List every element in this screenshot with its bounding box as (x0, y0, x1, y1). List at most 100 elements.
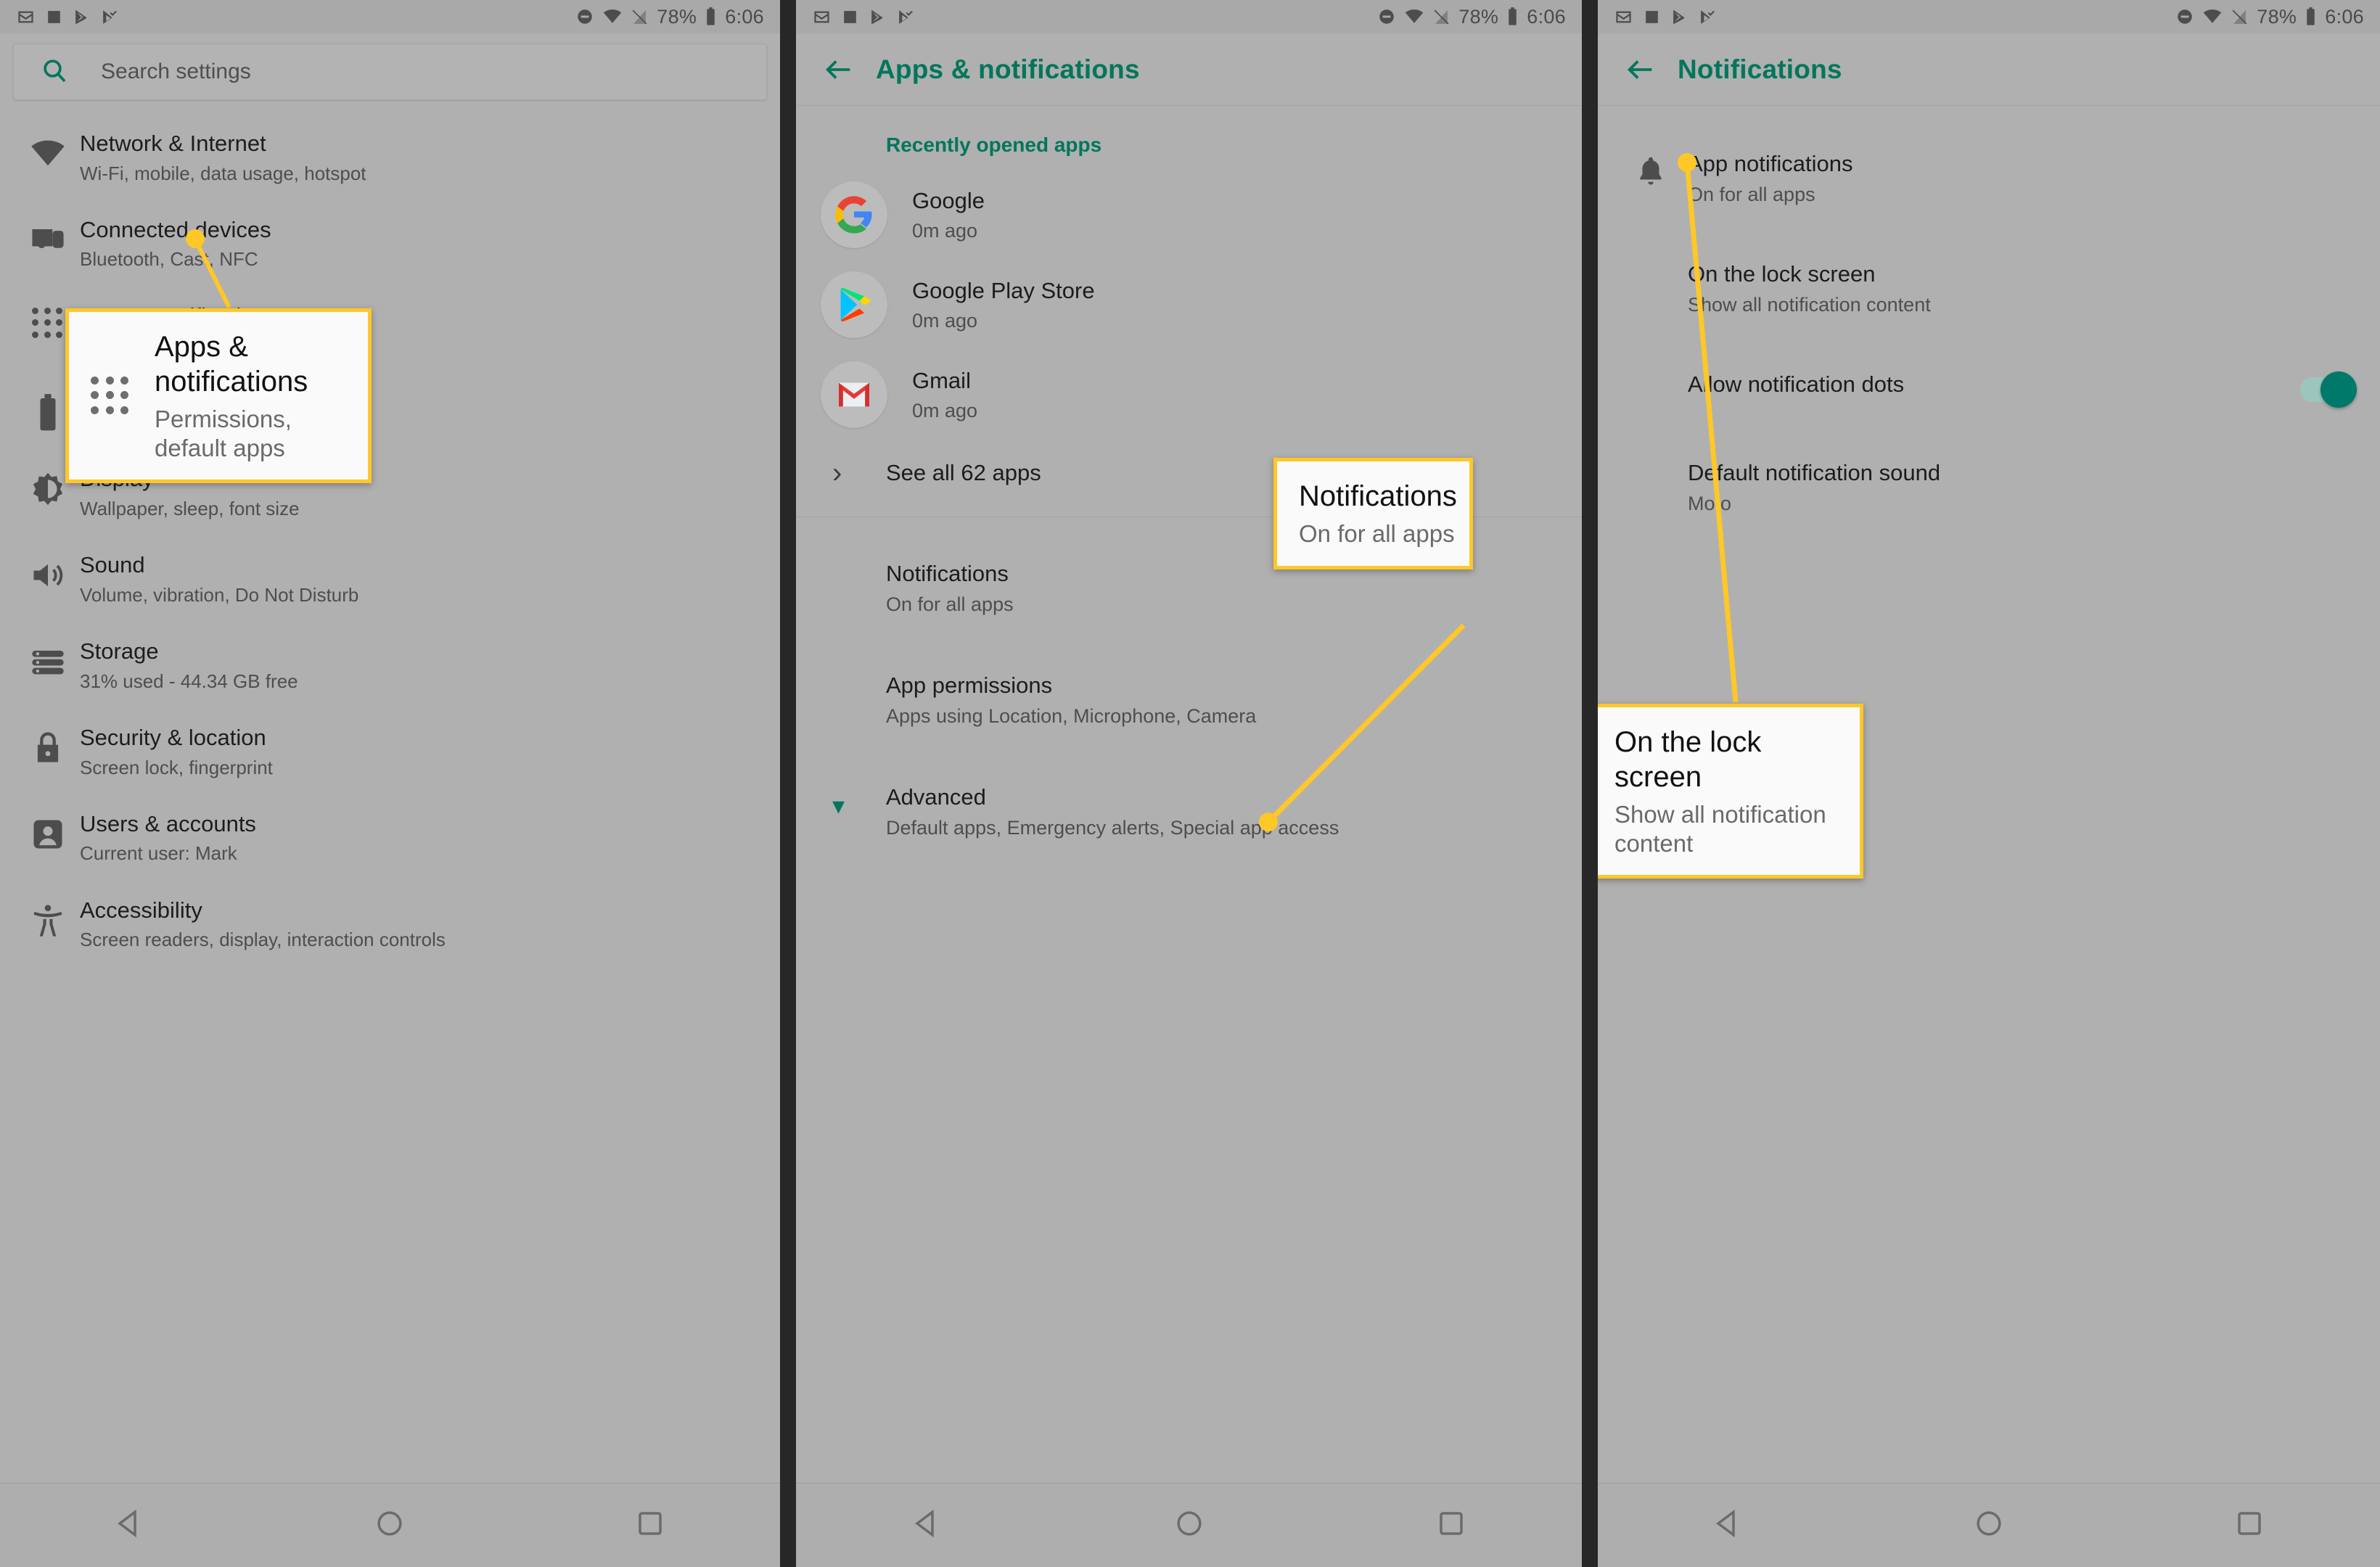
battery-icon (2305, 7, 2317, 27)
google-icon (821, 181, 887, 248)
settings-item-accessibility[interactable]: Accessibility Screen readers, display, i… (0, 881, 780, 968)
row-icon-placeholder (1614, 261, 1688, 264)
status-bar-left-icons (16, 7, 118, 27)
callout-notifications: Notifications On for all apps (1273, 458, 1473, 569)
nav-back-triangle-icon[interactable] (912, 1508, 943, 1542)
play-store-icon (869, 8, 887, 26)
row-title: Default notification sound (1688, 460, 1941, 485)
row-title: App notifications (1688, 151, 1853, 176)
settings-item-sub: Bluetooth, Cast, NFC (80, 248, 258, 271)
nav-recents-square-icon[interactable] (635, 1508, 665, 1542)
nav-home-circle-icon[interactable] (1174, 1508, 1205, 1542)
nav-recents-square-icon[interactable] (1436, 1508, 1466, 1542)
storage-icon (16, 638, 80, 680)
battery-icon (1506, 7, 1519, 27)
nav-home-circle-icon[interactable] (1974, 1508, 2004, 1542)
do-not-disturb-icon (575, 7, 594, 26)
callout-anchor-dot (1678, 153, 1696, 172)
row-default-notification-sound[interactable]: Default notification sound Moto (1598, 424, 2380, 537)
back-arrow-icon[interactable] (1624, 53, 1678, 86)
panel-notifications: 78% 6:06 Notifications App notifications… (1598, 0, 2380, 1567)
status-bar-right-icons: 78% 6:06 (575, 6, 764, 28)
row-title: Allow notification dots (1688, 371, 1905, 397)
gmail-icon (821, 361, 887, 428)
settings-item-security[interactable]: Security & location Screen lock, fingerp… (0, 709, 780, 795)
page-title: Apps & notifications (876, 54, 1140, 84)
photos-icon (841, 8, 859, 26)
settings-item-sub: 31% used - 44.34 GB free (80, 670, 298, 692)
play-store-icon (73, 8, 91, 26)
settings-item-sub: Screen readers, display, interaction con… (80, 929, 446, 951)
notification-dots-toggle[interactable] (2300, 371, 2357, 408)
chevron-right-icon: › (832, 457, 842, 489)
photos-icon (1643, 8, 1661, 26)
gmail-icon (812, 7, 832, 27)
gmail-icon (1614, 7, 1633, 27)
do-not-disturb-icon (2175, 7, 2194, 26)
settings-item-sub: Wallpaper, sleep, font size (80, 498, 300, 520)
apps-grid-icon (91, 376, 130, 416)
recent-app-name: Google (912, 187, 985, 213)
row-allow-notification-dots[interactable]: Allow notification dots (1598, 338, 2380, 424)
callout-anchor-dot (186, 229, 205, 248)
play-movies-icon (100, 8, 118, 26)
row-subtitle: On for all apps (886, 593, 1014, 615)
settings-item-users-accounts[interactable]: Users & accounts Current user: Mark (0, 795, 780, 881)
play-movies-icon (1698, 8, 1716, 26)
settings-item-storage[interactable]: Storage 31% used - 44.34 GB free (0, 622, 780, 709)
settings-item-connected-devices[interactable]: Connected devices Bluetooth, Cast, NFC (0, 201, 780, 287)
back-arrow-icon[interactable] (822, 53, 876, 86)
row-app-permissions[interactable]: App permissions Apps using Location, Mic… (796, 641, 1582, 752)
wifi-icon (16, 131, 80, 173)
settings-item-title: Accessibility (80, 897, 202, 923)
nav-recents-square-icon[interactable] (2234, 1508, 2265, 1542)
battery-icon (705, 7, 717, 27)
callout-on-lock-screen: On the lock screen Show all notification… (1598, 704, 1863, 879)
row-subtitle: Show all notification content (1688, 294, 1931, 316)
clock-label: 6:06 (2325, 5, 2364, 28)
wifi-icon (1404, 7, 1424, 27)
row-app-notifications[interactable]: App notifications On for all apps (1598, 129, 2380, 228)
three-panel-screenshot: 78% 6:06 Search settings Network & Inter… (0, 0, 2380, 1567)
recent-app-row[interactable]: Gmail 0m ago (796, 350, 1582, 440)
settings-item-title: Network & Internet (80, 131, 266, 156)
nav-back-triangle-icon[interactable] (115, 1508, 145, 1542)
status-bar-left-icons (1614, 7, 1716, 27)
panel-divider-1 (780, 0, 796, 1567)
battery-percent-label: 78% (2257, 5, 2297, 28)
status-bar-left-icons (812, 7, 914, 27)
nav-home-circle-icon[interactable] (374, 1508, 405, 1542)
recent-app-name: Gmail (912, 367, 971, 393)
chevron-down-icon: ▾ (832, 792, 845, 820)
search-input[interactable]: Search settings (13, 44, 767, 100)
wifi-icon (2202, 7, 2223, 27)
callout-subtitle: Permissions, default apps (155, 406, 292, 461)
callout-title: Notifications (1299, 480, 1457, 512)
settings-item-sub: Screen lock, fingerprint (80, 756, 273, 778)
settings-item-sound[interactable]: Sound Volume, vibration, Do Not Disturb (0, 536, 780, 622)
row-advanced[interactable]: ▾ Advanced Default apps, Emergency alert… (796, 752, 1582, 864)
accessibility-icon (16, 897, 80, 939)
clock-label: 6:06 (725, 5, 764, 28)
status-bar-right-icons: 78% 6:06 (1377, 6, 1566, 28)
nav-back-triangle-icon[interactable] (1713, 1508, 1744, 1542)
recent-app-row[interactable]: Google Play Store 0m ago (796, 260, 1582, 350)
row-title: On the lock screen (1688, 261, 1876, 287)
row-on-lock-screen[interactable]: On the lock screen Show all notification… (1598, 228, 2380, 338)
play-store-icon (1670, 8, 1688, 26)
row-subtitle: Moto (1688, 493, 1732, 514)
navigation-bar (0, 1483, 780, 1567)
recent-app-name: Google Play Store (912, 277, 1095, 303)
recent-app-row[interactable]: Google 0m ago (796, 170, 1582, 260)
navigation-bar (1598, 1483, 2380, 1567)
callout-title: Apps & notifications (155, 331, 308, 398)
app-bar: Notifications (1598, 33, 2380, 106)
settings-item-network[interactable]: Network & Internet Wi-Fi, mobile, data u… (0, 115, 780, 201)
play-store-icon (821, 271, 887, 338)
battery-percent-label: 78% (657, 5, 697, 28)
settings-item-title: Storage (80, 638, 159, 665)
recent-app-time: 0m ago (912, 309, 978, 332)
wifi-icon (602, 7, 623, 27)
callout-title: On the lock screen (1614, 726, 1762, 793)
recent-app-time: 0m ago (912, 399, 978, 421)
